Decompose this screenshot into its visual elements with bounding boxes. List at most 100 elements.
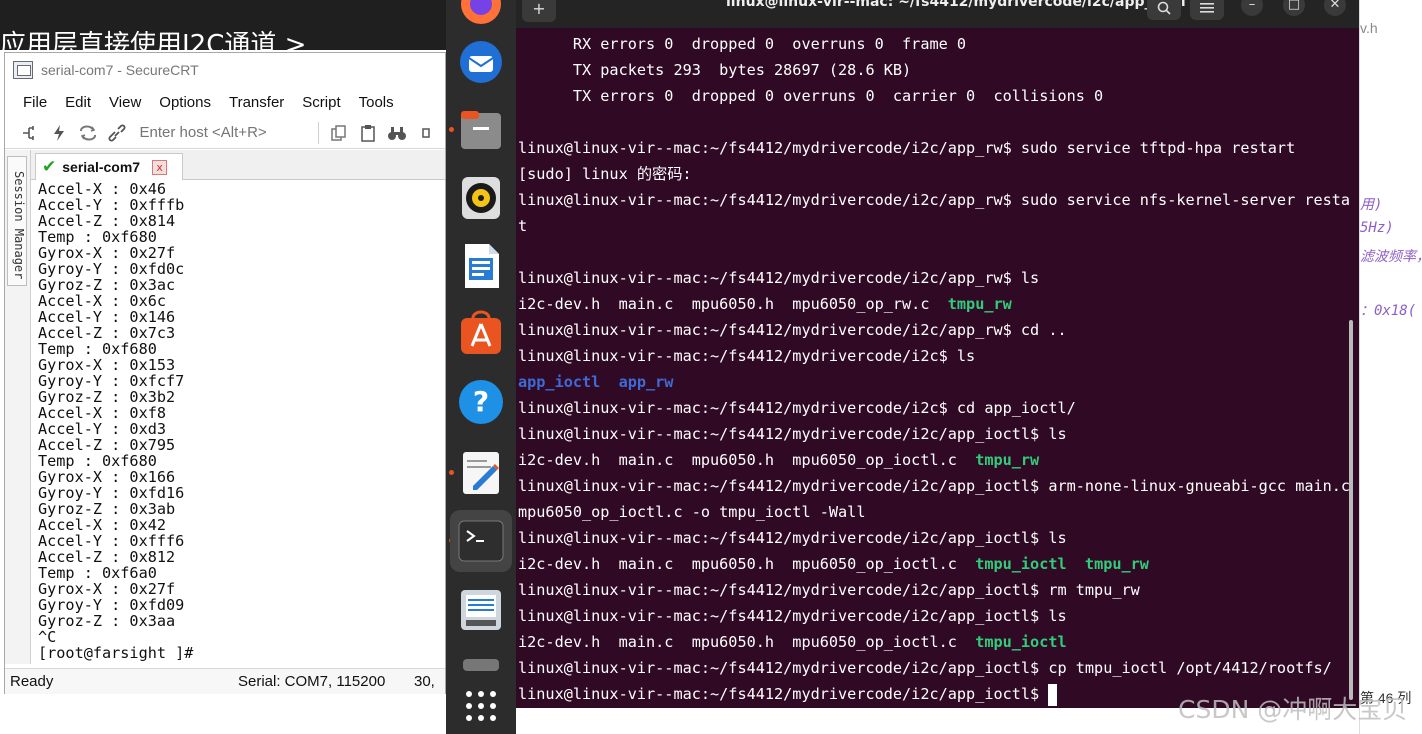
securecrt-body: Session Manager ✔ serial-com7 x Accel-X … bbox=[5, 150, 445, 664]
terminal-text: TX packets 293 bytes 28697 (28.6 KB) bbox=[518, 61, 912, 79]
status-serial-info: Serial: COM7, 115200 bbox=[238, 673, 386, 690]
text-editor-icon[interactable] bbox=[455, 447, 507, 499]
menu-transfer[interactable]: Transfer bbox=[229, 94, 284, 111]
search-icon[interactable] bbox=[1147, 0, 1181, 20]
toolbar-separator bbox=[317, 121, 319, 144]
terminal-listing-item: tmpu_rw bbox=[975, 451, 1040, 469]
terminal-listing-item: tmpu_ioctl bbox=[975, 633, 1067, 651]
serial-output-line: Accel-Y : 0xd3 bbox=[38, 420, 167, 438]
svg-text:?: ? bbox=[473, 385, 489, 418]
terminal-text: linux@linux-vir--mac:~/fs4412/mydriverco… bbox=[518, 529, 1067, 547]
serial-output-line: Temp : 0xf680 bbox=[38, 228, 157, 246]
terminal-line: t bbox=[518, 213, 1350, 239]
terminal-line: linux@linux-vir--mac:~/fs4412/mydriverco… bbox=[518, 187, 1350, 213]
terminal-text: mpu6050_op_ioctl.c -o tmpu_ioctl -Wall bbox=[518, 503, 866, 521]
terminal-line: linux@linux-vir--mac:~/fs4412/mydriverco… bbox=[518, 473, 1350, 499]
new-tab-icon[interactable]: + bbox=[522, 0, 556, 22]
terminal-text: i2c-dev.h main.c mpu6050.h mpu6050_op_io… bbox=[518, 555, 976, 573]
background-code-line: 5Hz) bbox=[1360, 220, 1394, 236]
terminal-line: [sudo] linux 的密码: bbox=[518, 161, 1350, 187]
minimize-icon[interactable]: – bbox=[1241, 0, 1263, 16]
firefox-icon[interactable] bbox=[455, 0, 507, 30]
serial-output-line: Gyroy-Y : 0xfcf7 bbox=[38, 372, 185, 390]
thunderbird-icon[interactable] bbox=[455, 36, 507, 88]
serial-output-line: Gyrox-X : 0x27f bbox=[38, 580, 176, 598]
writer-icon[interactable] bbox=[455, 240, 507, 292]
status-cursor-position: 30, bbox=[414, 673, 435, 690]
serial-output-line: Gyrox-X : 0x153 bbox=[38, 356, 176, 374]
terminal-line: i2c-dev.h main.c mpu6050.h mpu6050_op_io… bbox=[518, 551, 1350, 577]
terminal-listing-item: tmpu_rw bbox=[947, 295, 1012, 313]
serial-output-line: Accel-Z : 0x7c3 bbox=[38, 324, 176, 342]
terminal-text: linux@linux-vir--mac:~/fs4412/mydriverco… bbox=[518, 581, 1140, 599]
tab-serial-com7[interactable]: ✔ serial-com7 x bbox=[35, 153, 183, 180]
find-icon[interactable] bbox=[387, 122, 408, 144]
serial-output-line: Accel-Z : 0x812 bbox=[38, 548, 176, 566]
maximize-icon[interactable]: □ bbox=[1283, 0, 1305, 16]
terminal-line: linux@linux-vir--mac:~/fs4412/mydriverco… bbox=[518, 603, 1350, 629]
terminal-line: TX errors 0 dropped 0 overruns 0 carrier… bbox=[518, 83, 1350, 109]
terminal-text: linux@linux-vir--mac:~/fs4412/mydriverco… bbox=[518, 685, 1049, 703]
terminal-output[interactable]: RX errors 0 dropped 0 overruns 0 frame 0… bbox=[518, 31, 1350, 708]
terminal-listing-item: tmpu_rw bbox=[1084, 555, 1149, 573]
menu-script[interactable]: Script bbox=[302, 94, 340, 111]
close-icon[interactable]: ✕ bbox=[1324, 0, 1346, 16]
serial-output-line: Temp : 0xf680 bbox=[38, 452, 157, 470]
terminal-cursor bbox=[1048, 683, 1058, 706]
serial-output-line: Accel-Y : 0xfffb bbox=[38, 196, 185, 214]
app-center-icon[interactable] bbox=[455, 308, 507, 360]
session-manager-panel: Session Manager bbox=[5, 150, 31, 664]
show-apps-icon[interactable] bbox=[455, 680, 507, 732]
terminal-text: linux@linux-vir--mac:~/fs4412/mydriverco… bbox=[518, 269, 1040, 287]
drive-icon[interactable] bbox=[455, 652, 507, 678]
session-manager-tab[interactable]: Session Manager bbox=[7, 156, 27, 286]
menu-tools[interactable]: Tools bbox=[359, 94, 394, 111]
connect-icon[interactable] bbox=[19, 122, 40, 144]
terminal-line: linux@linux-vir--mac:~/fs4412/mydriverco… bbox=[518, 135, 1350, 161]
terminal-text: [sudo] linux 的密码: bbox=[518, 165, 692, 183]
menu-edit[interactable]: Edit bbox=[65, 94, 91, 111]
terminal-icon[interactable] bbox=[450, 510, 512, 572]
terminal-headerbar[interactable]: + linux@linux-vir--mac: ~/fs4412/mydrive… bbox=[516, 0, 1359, 28]
hamburger-menu-icon[interactable] bbox=[1190, 0, 1224, 20]
copy-icon[interactable] bbox=[328, 122, 349, 144]
terminal-line: i2c-dev.h main.c mpu6050.h mpu6050_op_io… bbox=[518, 447, 1350, 473]
more-tools-icon[interactable] bbox=[416, 122, 437, 144]
terminal-scrollbar[interactable] bbox=[1349, 320, 1353, 700]
serial-output-line: Accel-X : 0x46 bbox=[38, 181, 167, 198]
terminal-text: TX errors 0 dropped 0 overruns 0 carrier… bbox=[518, 87, 1104, 105]
terminal-line: linux@linux-vir--mac:~/fs4412/mydriverco… bbox=[518, 317, 1350, 343]
securecrt-titlebar[interactable]: serial-com7 - SecureCRT bbox=[5, 53, 445, 87]
terminal-line: i2c-dev.h main.c mpu6050.h mpu6050_op_rw… bbox=[518, 291, 1350, 317]
terminal-title: linux@linux-vir--mac: ~/fs4412/mydriverc… bbox=[726, 0, 1186, 10]
serial-output-line: Gyroy-Y : 0xfd0c bbox=[38, 260, 185, 278]
terminal-line: i2c-dev.h main.c mpu6050.h mpu6050_op_io… bbox=[518, 629, 1350, 655]
session-tab-strip: ✔ serial-com7 x bbox=[31, 150, 445, 180]
terminal-line: linux@linux-vir--mac:~/fs4412/mydriverco… bbox=[518, 395, 1350, 421]
serial-terminal-output[interactable]: Accel-X : 0x46 Accel-Y : 0xfffb Accel-Z : … bbox=[35, 181, 445, 664]
tab-close-icon[interactable]: x bbox=[152, 159, 168, 175]
paste-icon[interactable] bbox=[358, 122, 379, 144]
rhythmbox-icon[interactable] bbox=[455, 172, 507, 224]
disconnect-icon[interactable] bbox=[106, 122, 127, 144]
serial-output-line: Gyrox-X : 0x166 bbox=[38, 468, 176, 486]
disks-icon[interactable] bbox=[455, 584, 507, 636]
menu-file[interactable]: File bbox=[23, 94, 47, 111]
terminal-listing-item: tmpu_ioctl bbox=[975, 555, 1067, 573]
background-file-tab: v.h bbox=[1360, 20, 1378, 36]
terminal-text: i2c-dev.h main.c mpu6050.h mpu6050_op_io… bbox=[518, 633, 976, 651]
menu-view[interactable]: View bbox=[109, 94, 141, 111]
enter-host-input[interactable] bbox=[139, 124, 310, 141]
help-icon[interactable]: ? bbox=[455, 376, 507, 428]
terminal-text: linux@linux-vir--mac:~/fs4412/mydriverco… bbox=[518, 659, 1332, 677]
serial-output-line: Accel-Y : 0x146 bbox=[38, 308, 176, 326]
files-icon[interactable] bbox=[455, 104, 507, 156]
quick-connect-icon[interactable] bbox=[48, 122, 69, 144]
terminal-text: linux@linux-vir--mac:~/fs4412/mydriverco… bbox=[518, 399, 1076, 417]
menu-options[interactable]: Options bbox=[159, 94, 211, 111]
serial-output-line: ^C bbox=[38, 628, 57, 646]
reconnect-icon[interactable] bbox=[77, 122, 98, 144]
